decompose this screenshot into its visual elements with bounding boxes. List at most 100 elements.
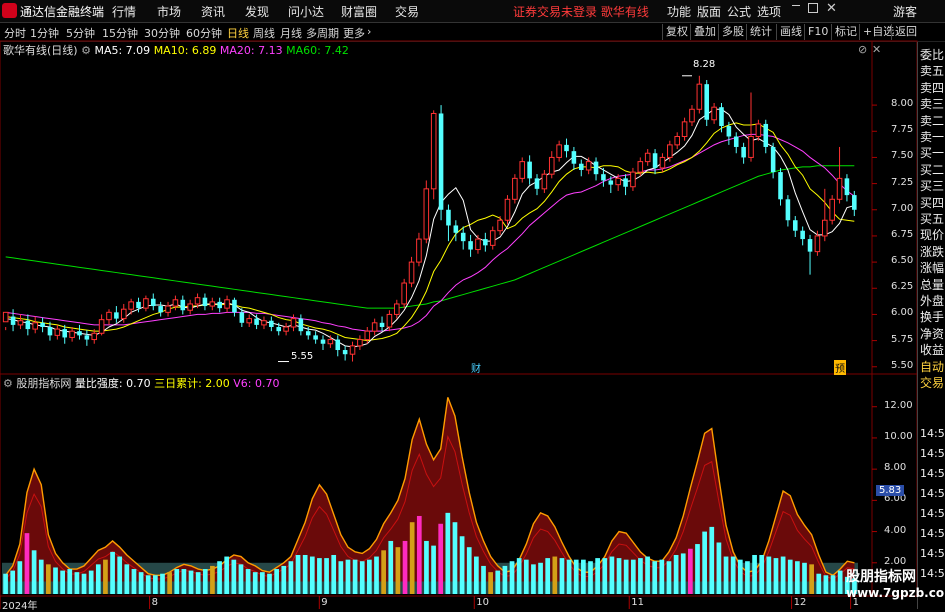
indicator-bar bbox=[488, 572, 493, 594]
candle-body bbox=[630, 171, 636, 188]
indicator-bar bbox=[17, 561, 23, 594]
candle bbox=[40, 317, 45, 333]
indicator-bar bbox=[752, 554, 757, 594]
candle bbox=[785, 195, 791, 227]
candle bbox=[165, 301, 171, 317]
indicator-bar bbox=[638, 558, 643, 594]
indicator-bar bbox=[787, 559, 793, 594]
candle-body bbox=[704, 84, 710, 120]
indicator-bar bbox=[317, 558, 322, 594]
candle bbox=[763, 119, 769, 154]
indicator-bar bbox=[502, 565, 508, 594]
indicator-bar bbox=[217, 561, 222, 594]
indicator-bar bbox=[295, 554, 301, 594]
candle bbox=[556, 140, 562, 162]
indicator-bar bbox=[802, 562, 807, 594]
price-tick-label: 7.50 bbox=[891, 150, 914, 162]
indicator-bar bbox=[60, 570, 65, 594]
candle bbox=[371, 318, 378, 336]
candle-body bbox=[512, 177, 518, 200]
candle-body bbox=[741, 146, 746, 158]
candle bbox=[224, 295, 230, 313]
indicator-bar bbox=[238, 564, 244, 594]
candle-body bbox=[298, 318, 304, 332]
candle bbox=[69, 326, 75, 342]
tick-time: 14:56 bbox=[920, 487, 945, 500]
high-annotation: 8.28 bbox=[693, 59, 716, 70]
candle bbox=[578, 159, 584, 177]
indicator-tick-label: 8.00 bbox=[884, 462, 907, 474]
candle-body bbox=[608, 180, 614, 185]
candle-body bbox=[667, 144, 673, 158]
candle bbox=[681, 117, 688, 141]
candle-body bbox=[84, 335, 90, 340]
indicator-bar bbox=[481, 565, 486, 594]
candle-body bbox=[489, 230, 496, 246]
indicator-bar bbox=[181, 569, 187, 594]
candle-body bbox=[98, 319, 105, 334]
indicator-bar bbox=[309, 556, 315, 594]
indicator-bar bbox=[67, 569, 73, 594]
candle bbox=[313, 331, 318, 344]
indicator-bar bbox=[616, 558, 622, 594]
candle-body bbox=[548, 156, 555, 175]
candle-body bbox=[313, 335, 318, 340]
candle-body bbox=[10, 316, 16, 325]
candle bbox=[497, 216, 503, 235]
indicator-bar bbox=[46, 564, 51, 594]
tick-time: 14:56 bbox=[920, 567, 945, 580]
indicator-bar bbox=[581, 559, 586, 594]
indicator-bar bbox=[359, 561, 365, 594]
candle bbox=[844, 174, 850, 202]
candle bbox=[2, 311, 9, 331]
candle-body bbox=[194, 297, 201, 305]
indicator-bar bbox=[103, 559, 108, 594]
candle bbox=[446, 204, 451, 242]
price-tick-label: 8.00 bbox=[891, 98, 914, 110]
candle-body bbox=[172, 299, 179, 307]
quote-field-label: 买二 bbox=[920, 162, 945, 177]
candle-body bbox=[386, 313, 393, 328]
candle bbox=[807, 234, 813, 275]
indicator-bar bbox=[231, 559, 237, 594]
forecast-marker[interactable]: 预 bbox=[834, 360, 846, 375]
price-tick-label: 7.75 bbox=[891, 124, 914, 136]
indicator-bar bbox=[716, 542, 722, 594]
candle-body bbox=[106, 311, 112, 321]
indicator-bar bbox=[31, 550, 37, 594]
candle-body bbox=[394, 303, 400, 315]
candle-body bbox=[269, 320, 274, 327]
indicator-bar bbox=[331, 554, 337, 594]
candle-body bbox=[32, 322, 38, 330]
indicator-bar bbox=[737, 559, 743, 594]
indicator-bar bbox=[630, 559, 636, 594]
kline-chart[interactable] bbox=[0, 0, 945, 609]
tick-time: 14:56 bbox=[920, 467, 945, 480]
candle-body bbox=[681, 121, 688, 137]
indicator-bar bbox=[673, 554, 679, 594]
indicator-bar bbox=[38, 559, 44, 594]
indicator-bar bbox=[210, 565, 215, 594]
candle bbox=[548, 151, 555, 179]
candle-body bbox=[128, 301, 134, 310]
candle bbox=[778, 167, 783, 206]
finance-marker[interactable]: 财 bbox=[471, 360, 481, 375]
indicator-bar bbox=[174, 569, 180, 594]
indicator-bar bbox=[345, 559, 351, 594]
candle-body bbox=[217, 301, 222, 309]
candle bbox=[298, 314, 304, 336]
indicator-bar bbox=[459, 536, 465, 594]
indicator-bar bbox=[167, 572, 172, 594]
indicator-bar bbox=[274, 569, 279, 594]
candle bbox=[423, 180, 430, 244]
indicator-bar bbox=[10, 570, 16, 594]
indicator-bar bbox=[388, 540, 394, 594]
candle-body bbox=[180, 299, 186, 311]
indicator-bar bbox=[495, 570, 501, 594]
indicator-bar bbox=[53, 567, 58, 594]
candle-body bbox=[733, 136, 739, 147]
indicator-bar bbox=[602, 558, 608, 594]
candle bbox=[261, 316, 267, 330]
indicator-bar bbox=[666, 561, 672, 594]
candle-body bbox=[335, 339, 341, 351]
